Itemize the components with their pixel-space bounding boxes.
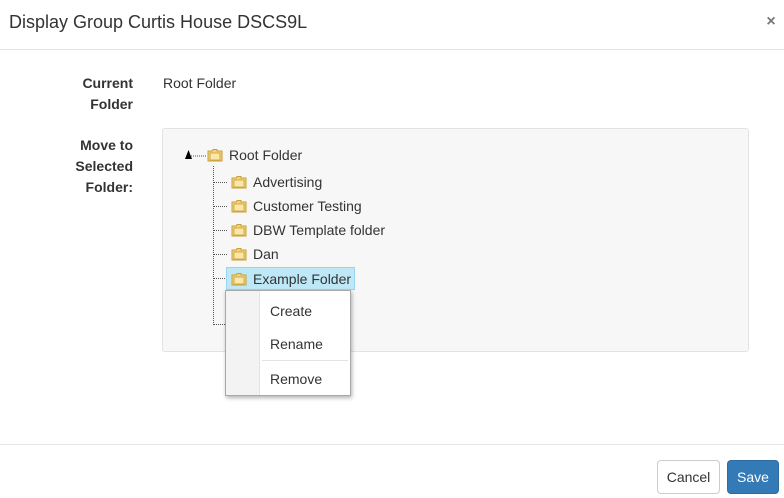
menu-item-rename[interactable]: Rename	[260, 329, 350, 359]
tree-node-label: Customer Testing	[253, 198, 362, 214]
expand-collapse-icon	[185, 150, 192, 159]
tree-node-label: Root Folder	[229, 147, 303, 163]
tree-node-label: DBW Template folder	[253, 222, 386, 238]
tree-node-customer-testing[interactable]: Customer Testing	[229, 196, 365, 216]
folder-icon	[231, 223, 247, 237]
menu-icon-gutter	[226, 291, 260, 395]
current-folder-label: Current Folder	[82, 75, 133, 112]
menu-item-create[interactable]: Create	[260, 296, 350, 326]
move-to-folder-label: Move to Selected Folder:	[75, 137, 133, 195]
tree-node-advertising[interactable]: Advertising	[229, 172, 325, 192]
menu-separator	[262, 360, 348, 361]
folder-icon	[231, 199, 247, 213]
menu-item-remove[interactable]: Remove	[260, 364, 350, 394]
folder-icon	[231, 272, 247, 286]
close-button[interactable]: ×	[764, 13, 778, 31]
tree-node-label: Dan	[253, 246, 279, 262]
save-button[interactable]: Save	[727, 460, 779, 494]
folder-icon	[207, 148, 223, 162]
context-menu: Create Rename Remove	[225, 290, 351, 396]
tree-node-label: Advertising	[253, 174, 323, 190]
tree-node-example-folder[interactable]: Example Folder	[225, 267, 356, 290]
modal-header: Display Group Curtis House DSCS9L ×	[0, 0, 784, 50]
tree-node-dbw-template-folder[interactable]: DBW Template folder	[229, 220, 388, 240]
tree-node-root-folder[interactable]: Root Folder	[205, 145, 305, 165]
folder-icon	[231, 175, 247, 189]
cancel-button[interactable]: Cancel	[657, 460, 720, 494]
tree-node-label: Example Folder	[253, 270, 352, 287]
dialog-title: Display Group Curtis House DSCS9L	[9, 12, 308, 32]
modal-footer: Cancel Save	[0, 444, 784, 498]
folder-icon	[231, 247, 247, 261]
current-folder-value: Root Folder	[163, 75, 237, 91]
tree-node-dan[interactable]: Dan	[229, 244, 282, 264]
